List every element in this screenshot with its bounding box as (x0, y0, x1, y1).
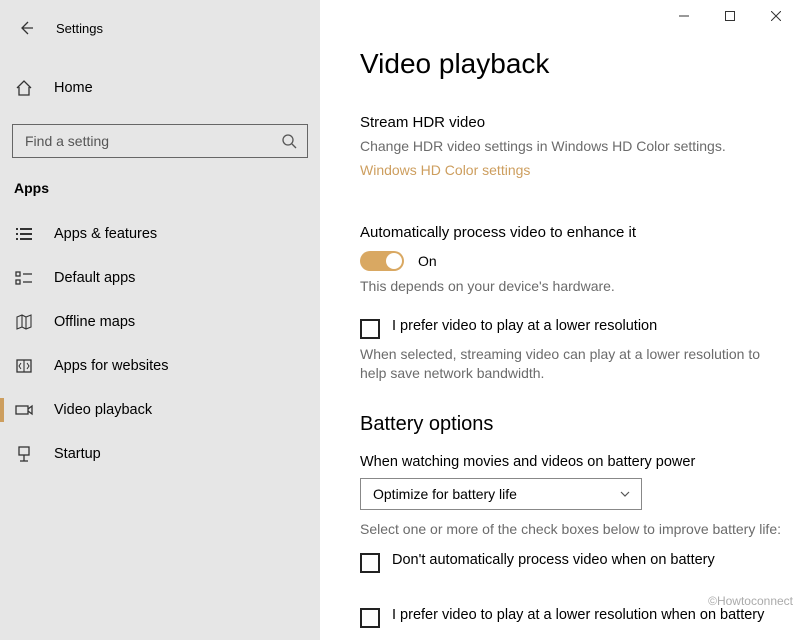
page-title: Video playback (360, 48, 799, 80)
main-panel: Video playback Stream HDR video Change H… (320, 0, 799, 640)
sidebar-section-title: Apps (0, 158, 320, 202)
home-icon (14, 79, 34, 97)
close-button[interactable] (753, 0, 799, 32)
sidebar-item-label: Apps for websites (54, 358, 168, 374)
lowres-desc: When selected, streaming video can play … (360, 345, 780, 383)
startup-icon (14, 445, 34, 463)
search-icon (281, 133, 297, 149)
sidebar-home[interactable]: Home (0, 66, 320, 110)
sidebar-item-video-playback[interactable]: Video playback (0, 388, 320, 432)
battery-dropdown-value: Optimize for battery life (373, 486, 517, 502)
lowres-checkbox[interactable] (360, 319, 380, 339)
lowres-label: I prefer video to play at a lower resolu… (392, 318, 657, 334)
offline-maps-icon (14, 313, 34, 331)
hdr-desc: Change HDR video settings in Windows HD … (360, 137, 780, 156)
sidebar-item-apps-features[interactable]: Apps & features (0, 212, 320, 256)
battery-dropdown-label: When watching movies and videos on batte… (360, 454, 799, 470)
battery-dropdown[interactable]: Optimize for battery life (360, 478, 642, 510)
sidebar-item-default-apps[interactable]: Default apps (0, 256, 320, 300)
apps-websites-icon (14, 357, 34, 375)
sidebar-item-label: Startup (54, 446, 101, 462)
sidebar-item-startup[interactable]: Startup (0, 432, 320, 476)
maximize-icon (725, 11, 735, 21)
back-arrow-icon (18, 20, 34, 36)
watermark: ©Howtoconnect (708, 594, 793, 608)
search-box[interactable] (12, 124, 308, 158)
default-apps-icon (14, 269, 34, 287)
close-icon (771, 11, 781, 21)
hdr-heading: Stream HDR video (360, 114, 799, 131)
sidebar-item-label: Offline maps (54, 314, 135, 330)
battery-note: Select one or more of the check boxes be… (360, 520, 799, 539)
sidebar-item-label: Apps & features (54, 226, 157, 242)
sidebar-item-offline-maps[interactable]: Offline maps (0, 300, 320, 344)
auto-toggle[interactable]: On (360, 251, 799, 271)
battery-check2-label: I prefer video to play at a lower resolu… (392, 607, 764, 623)
battery-check1-label: Don't automatically process video when o… (392, 552, 715, 568)
sidebar-item-label: Default apps (54, 270, 135, 286)
sidebar: Settings Home Apps Apps & features (0, 0, 320, 640)
back-button[interactable] (18, 20, 42, 36)
video-playback-icon (14, 401, 34, 419)
toggle-state-label: On (418, 253, 437, 269)
apps-features-icon (14, 225, 34, 243)
sidebar-home-label: Home (54, 80, 93, 96)
battery-check1[interactable] (360, 553, 380, 573)
sidebar-item-apps-websites[interactable]: Apps for websites (0, 344, 320, 388)
window-title: Settings (56, 21, 103, 36)
minimize-button[interactable] (661, 0, 707, 32)
toggle-track (360, 251, 404, 271)
search-input[interactable] (23, 132, 281, 150)
battery-check2[interactable] (360, 608, 380, 628)
battery-heading: Battery options (360, 413, 799, 436)
maximize-button[interactable] (707, 0, 753, 32)
toggle-thumb (386, 253, 402, 269)
minimize-icon (679, 11, 689, 21)
auto-desc: This depends on your device's hardware. (360, 277, 780, 296)
hdr-link[interactable]: Windows HD Color settings (360, 162, 530, 178)
auto-heading: Automatically process video to enhance i… (360, 224, 799, 241)
chevron-down-icon (619, 488, 631, 500)
sidebar-item-label: Video playback (54, 402, 152, 418)
